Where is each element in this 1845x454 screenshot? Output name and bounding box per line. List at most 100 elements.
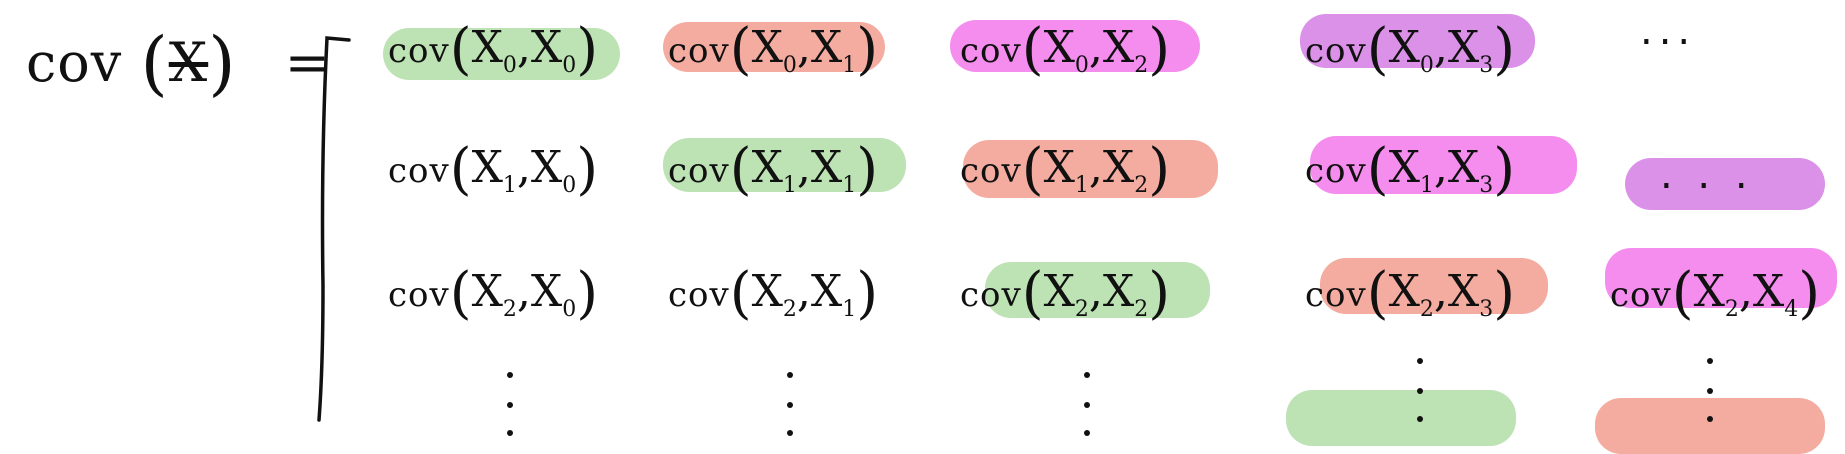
ellipsis-dot	[1084, 402, 1090, 408]
lhs-variable: X	[168, 31, 209, 94]
cell-first-index: 0	[502, 52, 517, 78]
cell-second-var: X	[1102, 22, 1135, 73]
cell-first-index: 2	[1074, 296, 1089, 322]
cell-second-index: 3	[1479, 296, 1494, 322]
cell-second-var: X	[530, 266, 563, 317]
cell-comma: ,	[796, 142, 811, 193]
cell-first-index: 1	[782, 172, 797, 198]
cell-open-paren: (	[729, 261, 752, 326]
cell-first-var: X	[471, 266, 503, 317]
lhs-expression: cov (X) =	[26, 22, 331, 104]
cell-close-paren: )	[856, 137, 879, 202]
cell-close-paren: )	[1148, 261, 1171, 326]
cell-function: cov	[668, 151, 730, 191]
cell-second-var: X	[1752, 266, 1785, 317]
ellipsis-dot	[787, 430, 793, 436]
column-0-vertical-ellipsis	[505, 372, 515, 452]
ellipsis-dot	[1084, 430, 1090, 436]
highlight-green-bottom-3	[1286, 390, 1516, 446]
cell-second-var: X	[810, 22, 843, 73]
cell-comma: ,	[1088, 22, 1103, 73]
matrix-cell-r1c2: cov(X1,X2)	[960, 142, 1170, 198]
cell-comma: ,	[796, 22, 811, 73]
cell-first-index: 0	[1419, 52, 1434, 78]
cell-close-paren: )	[1493, 261, 1516, 326]
cell-second-var: X	[810, 266, 843, 317]
cell-function: cov	[388, 151, 450, 191]
cell-second-index: 3	[1479, 52, 1494, 78]
cell-function: cov	[960, 31, 1022, 71]
matrix-cell-r2c1: cov(X2,X1)	[668, 266, 878, 322]
cell-second-index: 1	[842, 296, 857, 322]
cell-second-index: 2	[1134, 52, 1149, 78]
cell-function: cov	[1305, 31, 1367, 71]
cell-close-paren: )	[1148, 137, 1171, 202]
ellipsis-dot	[1417, 416, 1423, 422]
ellipsis-dot	[507, 402, 513, 408]
cell-open-paren: (	[449, 137, 472, 202]
cell-first-var: X	[751, 142, 783, 193]
cell-second-var: X	[1102, 142, 1135, 193]
cell-comma: ,	[1088, 142, 1103, 193]
column-4-vertical-ellipsis	[1705, 358, 1715, 438]
ellipsis-dot	[787, 372, 793, 378]
lhs-close-paren: )	[208, 22, 237, 104]
column-2-vertical-ellipsis	[1082, 372, 1092, 452]
cell-function: cov	[668, 275, 730, 315]
cell-first-index: 2	[1724, 296, 1739, 322]
ellipsis-dot	[1417, 358, 1423, 364]
ellipsis-dot	[1084, 372, 1090, 378]
cell-open-paren: (	[449, 261, 472, 326]
cell-first-var: X	[1388, 142, 1420, 193]
cell-function: cov	[1305, 151, 1367, 191]
cell-first-var: X	[471, 22, 503, 73]
lhs-open-paren: (	[140, 22, 169, 104]
cell-close-paren: )	[1493, 137, 1516, 202]
ellipsis-dot	[1707, 358, 1713, 364]
column-3-vertical-ellipsis	[1415, 358, 1425, 438]
whiteboard: cov (X) = cov(X0,X0) cov(X0,X1) cov(X0,X2)…	[0, 0, 1845, 454]
cell-close-paren: )	[856, 261, 879, 326]
cell-second-var: X	[810, 142, 843, 193]
cell-comma: ,	[796, 266, 811, 317]
matrix-cell-r1c0: cov(X1,X0)	[388, 142, 598, 198]
matrix-cell-r0c1: cov(X0,X1)	[668, 22, 878, 78]
cell-open-paren: (	[1021, 137, 1044, 202]
cell-first-index: 1	[502, 172, 517, 198]
cell-first-index: 2	[502, 296, 517, 322]
cell-second-index: 3	[1479, 172, 1494, 198]
cell-close-paren: )	[576, 261, 599, 326]
cell-first-var: X	[1388, 266, 1420, 317]
cell-close-paren: )	[1798, 261, 1821, 326]
cell-first-var: X	[1043, 266, 1075, 317]
cell-first-var: X	[1043, 142, 1075, 193]
cell-comma: ,	[1088, 266, 1103, 317]
matrix-cell-r2c3: cov(X2,X3)	[1305, 266, 1515, 322]
cell-first-var: X	[1388, 22, 1420, 73]
ellipsis-dot	[1707, 388, 1713, 394]
matrix-cell-r2c0: cov(X2,X0)	[388, 266, 598, 322]
cell-comma: ,	[1433, 142, 1448, 193]
cell-comma: ,	[1738, 266, 1753, 317]
cell-first-index: 1	[1419, 172, 1434, 198]
cell-function: cov	[668, 31, 730, 71]
cell-comma: ,	[1433, 22, 1448, 73]
matrix-cell-r1c3: cov(X1,X3)	[1305, 142, 1515, 198]
cell-open-paren: (	[1021, 17, 1044, 82]
cell-open-paren: (	[729, 137, 752, 202]
cell-first-index: 0	[1074, 52, 1089, 78]
cell-close-paren: )	[1493, 17, 1516, 82]
column-1-vertical-ellipsis	[785, 372, 795, 452]
cell-comma: ,	[516, 22, 531, 73]
cell-second-var: X	[530, 22, 563, 73]
lhs-function-name: cov	[26, 31, 123, 94]
cell-first-index: 0	[782, 52, 797, 78]
cell-second-var: X	[1447, 142, 1480, 193]
ellipsis-dot	[1417, 388, 1423, 394]
cell-close-paren: )	[856, 17, 879, 82]
cell-second-index: 4	[1784, 296, 1799, 322]
cell-comma: ,	[1433, 266, 1448, 317]
cell-open-paren: (	[1671, 261, 1694, 326]
matrix-cell-r2c4: cov(X2,X4)	[1610, 266, 1820, 322]
cell-first-var: X	[751, 22, 783, 73]
